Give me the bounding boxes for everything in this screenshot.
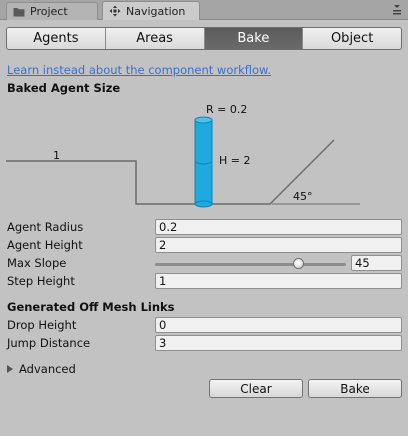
- folder-icon: [13, 6, 25, 18]
- max-slope-slider-track[interactable]: [155, 263, 346, 266]
- component-workflow-link[interactable]: Learn instead about the component workfl…: [7, 63, 271, 77]
- max-slope-input[interactable]: 45: [351, 255, 402, 271]
- baked-agent-size-header: Baked Agent Size: [7, 81, 121, 95]
- navigation-mode-toolbar: Agents Areas Bake Object: [6, 27, 402, 50]
- window-tab-strip: Project Navigation: [0, 0, 408, 20]
- foldout-arrow-icon: [7, 365, 13, 373]
- tab-agents[interactable]: Agents: [7, 28, 106, 49]
- bake-button[interactable]: Bake: [308, 379, 402, 398]
- max-slope-slider-thumb[interactable]: [293, 258, 305, 269]
- tab-areas[interactable]: Areas: [106, 28, 205, 49]
- agent-height-label: Agent Height: [7, 238, 83, 252]
- tab-object[interactable]: Object: [303, 28, 401, 49]
- advanced-label: Advanced: [19, 362, 76, 376]
- tab-bake[interactable]: Bake: [204, 28, 304, 49]
- agent-radius-label: Agent Radius: [7, 220, 84, 234]
- tab-navigation-label: Navigation: [126, 4, 186, 18]
- agent-size-diagram: 1 R = 0.2 H = 2 45°: [6, 103, 360, 208]
- step-height-label: Step Height: [7, 274, 75, 288]
- jump-distance-label: Jump Distance: [7, 336, 91, 350]
- step-height-label: 1: [53, 149, 60, 162]
- jump-distance-input[interactable]: 3: [155, 335, 402, 351]
- advanced-foldout[interactable]: Advanced: [7, 362, 76, 376]
- tab-project-label: Project: [30, 5, 68, 18]
- agent-height-row: Agent Height 2: [0, 237, 408, 255]
- agent-cylinder: [194, 116, 213, 208]
- tab-project[interactable]: Project: [6, 2, 98, 20]
- height-label: H = 2: [219, 154, 250, 167]
- drop-height-label: Drop Height: [7, 318, 77, 332]
- clear-button[interactable]: Clear: [209, 379, 303, 398]
- agent-radius-input[interactable]: 0.2: [155, 219, 402, 235]
- max-slope-row: Max Slope 45: [0, 255, 408, 273]
- tab-menu-icon[interactable]: [390, 3, 404, 17]
- radius-label: R = 0.2: [206, 103, 247, 116]
- off-mesh-links-header: Generated Off Mesh Links: [7, 300, 175, 314]
- navigation-icon: [109, 5, 121, 17]
- drop-height-row: Drop Height 0: [0, 317, 408, 335]
- step-height-input[interactable]: 1: [155, 273, 402, 289]
- jump-distance-row: Jump Distance 3: [0, 335, 408, 353]
- max-slope-label: Max Slope: [7, 256, 67, 270]
- agent-radius-row: Agent Radius 0.2: [0, 219, 408, 237]
- step-height-row: Step Height 1: [0, 273, 408, 291]
- slope-angle-label: 45°: [293, 190, 313, 203]
- tab-navigation[interactable]: Navigation: [102, 1, 200, 20]
- agent-height-input[interactable]: 2: [155, 237, 402, 253]
- drop-height-input[interactable]: 0: [155, 317, 402, 333]
